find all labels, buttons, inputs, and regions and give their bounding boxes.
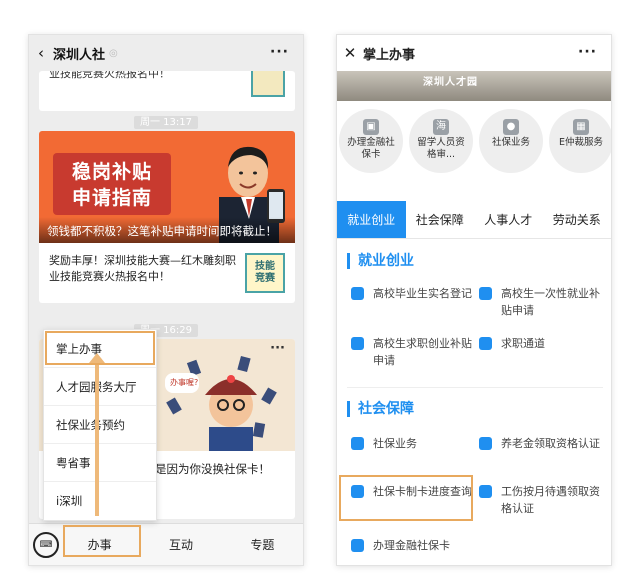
highlight-box-tab [63,525,141,557]
yuan-icon [479,485,492,498]
banner-title-line1: 稳岗补贴 [71,161,152,183]
tab-labor-relations[interactable]: 劳动关系 [543,201,612,238]
money-bag-icon [479,437,492,450]
edit-icon [479,287,492,300]
tab-personnel-talent[interactable]: 人事人才 [474,201,543,238]
article-summary[interactable]: 奖励丰厚！深圳技能大赛—红木雕刻职业技能竞赛火热报名中！ [49,253,239,285]
card-icon [351,539,364,552]
graduate-cap-icon [351,287,364,300]
previous-article-logo [251,71,285,97]
article-title[interactable]: 是因为你没换社保卡！ [155,461,270,477]
more-icon[interactable]: ··· [270,44,289,60]
speech-bubble-text: 办事喔? [170,378,199,387]
highlight-box-menu [45,331,155,365]
banner-caption: 领钱都不积极？这笔补贴申请时间即将截止！ [39,217,295,243]
menu-item-social-appointment[interactable]: 社保业务预约 [44,406,156,444]
menu-item-talent-park-hall[interactable]: 人才园服务大厅 [44,368,156,406]
guide-arrow [95,360,99,516]
location-pin-icon: ◎ [109,47,118,59]
overseas-icon: 海 [433,119,449,135]
quick-service-financial-card[interactable]: ▣ 办理金融社保卡 [339,109,403,173]
header-photo: 深圳人才园 [337,71,611,101]
previous-article-text: 业技能竞赛火热报名中！ [49,71,170,80]
article-banner[interactable]: 稳岗补贴 申请指南 领钱都不积极？这笔补贴申请时间即将截止！ [39,131,295,243]
right-phone-screen: ✕ 掌上办事 ··· 深圳人才园 ▣ 办理金融社保卡 海 留学人员资格审... … [336,34,612,566]
left-phone-screen: ‹ 深圳人社 ◎ ··· 业技能竞赛火热报名中！ 周一 13:17 稳岗补贴 申… [28,34,304,566]
quick-service-row: ▣ 办理金融社保卡 海 留学人员资格审... ● 社保业务 ▦ E仲裁服务 [337,109,611,193]
section-employment: 就业创业 高校毕业生实名登记 高校生一次性就业补贴申请 高校生求职创业补贴申请 … [337,253,611,383]
category-tabs: 就业创业 社会保障 人事人才 劳动关系 [337,201,611,239]
article-card-subsidy[interactable]: 稳岗补贴 申请指南 领钱都不积极？这笔补贴申请时间即将截止！ 奖励丰厚！深圳技能… [39,131,295,303]
card-icon: ▣ [363,119,379,135]
close-icon[interactable]: ✕ [337,44,363,62]
banner-title-line2: 申请指南 [71,187,152,209]
chat-title: 深圳人社 [53,47,106,63]
chat-header: ‹ 深圳人社 ◎ ··· [29,35,303,71]
section-title: 社会保障 [347,401,414,417]
timestamp: 周一 13:17 [29,113,303,129]
document-icon: ▦ [573,119,589,135]
keyboard-icon[interactable]: ⌨ [33,531,59,558]
tab-employment[interactable]: 就业创业 [337,201,406,238]
menu-item-i-shenzhen[interactable]: i深圳 [44,482,156,520]
clipboard-icon [351,337,364,350]
page-title: 掌上办事 [363,47,416,63]
quick-service-overseas[interactable]: 海 留学人员资格审... [409,109,473,173]
search-icon [351,437,364,450]
skills-contest-logo: 技能 竞赛 [245,253,285,293]
document-icon [479,337,492,350]
section-title: 就业创业 [347,253,414,269]
quick-service-social[interactable]: ● 社保业务 [479,109,543,173]
section-divider [347,387,603,388]
building-sign: 深圳人才园 [423,77,478,88]
miniapp-header: ✕ 掌上办事 ··· [337,35,611,71]
back-icon[interactable]: ‹ [29,44,53,62]
more-icon[interactable]: ··· [578,44,597,60]
tab-interaction[interactable]: 互动 [140,536,221,553]
highlight-box-card-progress [339,475,473,521]
quick-service-arbitration[interactable]: ▦ E仲裁服务 [549,109,611,173]
menu-item-yue-sheng-shi[interactable]: 粤省事 [44,444,156,482]
tab-social-security[interactable]: 社会保障 [406,201,475,238]
tab-topics[interactable]: 专题 [222,536,303,553]
previous-article-card[interactable]: 业技能竞赛火热报名中！ [39,71,295,111]
search-icon: ● [503,119,519,135]
